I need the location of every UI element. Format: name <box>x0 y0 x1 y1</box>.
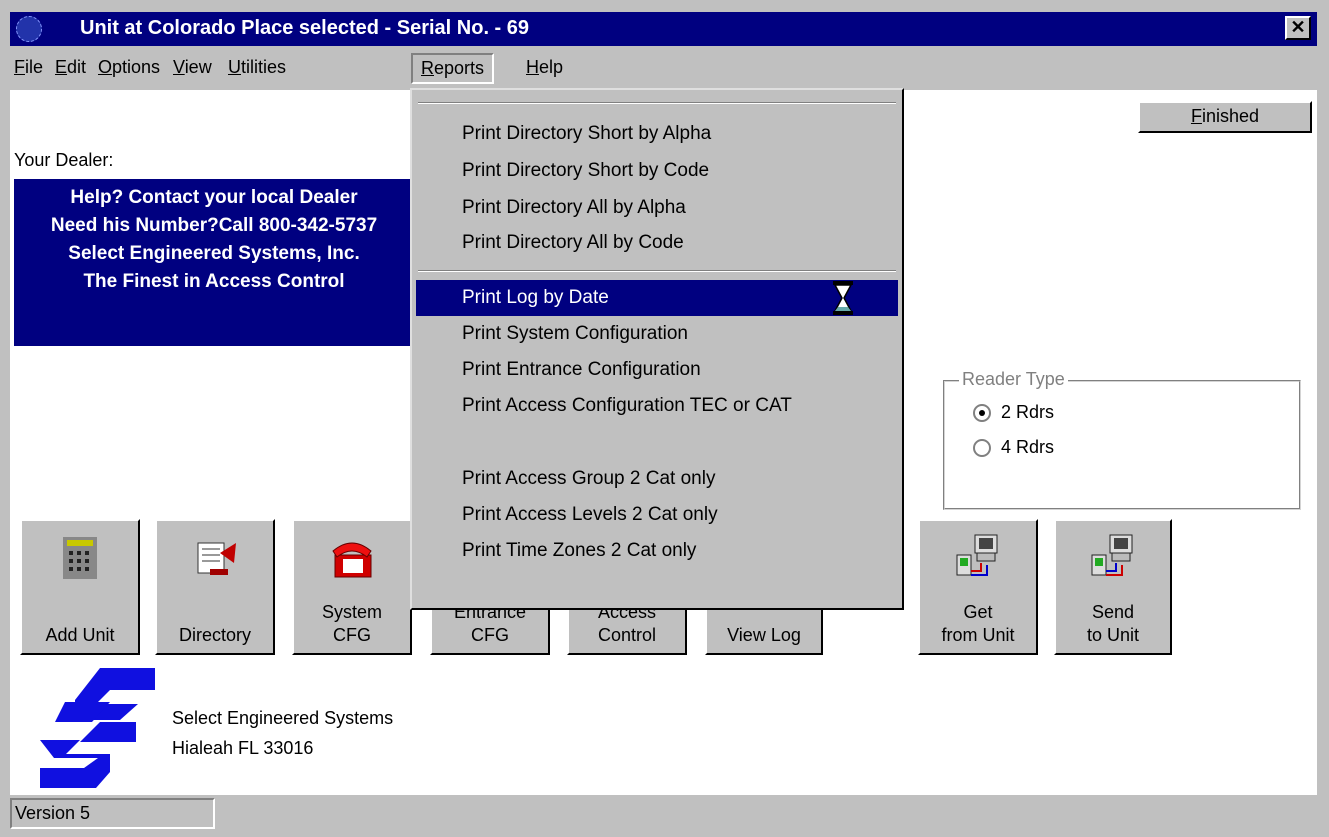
finished-button[interactable]: Finished <box>1138 101 1312 133</box>
directory-label: Directory <box>178 625 251 645</box>
menu-item-print-entrance-config[interactable]: Print Entrance Configuration <box>416 352 898 388</box>
title-bar[interactable]: Unit at Colorado Place selected - Serial… <box>10 12 1317 46</box>
send-to-unit-button[interactable]: Send to Unit <box>1054 519 1172 655</box>
menu-item-print-access-group[interactable]: Print Access Group 2 Cat only <box>416 461 898 497</box>
menu-item-print-directory-short-alpha[interactable]: Print Directory Short by Alpha <box>416 116 898 152</box>
directory-icon <box>197 542 236 575</box>
menu-item-print-system-config[interactable]: Print System Configuration <box>416 316 898 352</box>
reports-dropdown-menu: Print Directory Short by Alpha Print Dir… <box>410 88 904 610</box>
get-from-unit-button[interactable]: Get from Unit <box>918 519 1038 655</box>
view-log-label: View Log <box>727 625 801 645</box>
menu-utilities[interactable]: Utilities <box>228 57 286 78</box>
send-to-unit-label: Send to Unit <box>1086 602 1140 645</box>
radio-unselected-icon[interactable] <box>973 439 991 458</box>
menu-file[interactable]: File <box>14 57 43 78</box>
menu-reports[interactable]: Reports <box>411 53 495 84</box>
ses-logo <box>40 668 155 788</box>
computer-upload-icon <box>1091 534 1133 576</box>
menu-options[interactable]: Options <box>98 57 160 78</box>
reader-type-group: Reader Type 2 Rdrs 4 Rdrs <box>943 369 1301 510</box>
dealer-line: Select Engineered Systems, Inc. <box>68 243 360 264</box>
hourglass-icon <box>833 281 853 315</box>
menu-bar: File Edit Options View Utilities Reports… <box>10 49 1317 87</box>
get-from-unit-label: Get from Unit <box>941 602 1015 645</box>
dealer-label: Your Dealer: <box>14 150 114 170</box>
dealer-line: Need his Number?Call 800-342-5737 <box>50 215 378 236</box>
status-bar-version: Version 5 <box>10 798 215 829</box>
phone-icon <box>332 542 372 578</box>
add-unit-button[interactable]: Add Unit <box>20 519 140 655</box>
computer-download-icon <box>956 534 998 576</box>
company-name: Select Engineered Systems <box>172 708 394 728</box>
menu-help[interactable]: Help <box>526 57 563 78</box>
dealer-info-box: Help? Contact your local Dealer Need his… <box>14 179 414 346</box>
menu-item-print-directory-all-code[interactable]: Print Directory All by Code <box>416 225 898 261</box>
menu-item-print-time-zones[interactable]: Print Time Zones 2 Cat only <box>416 533 898 569</box>
menu-item-print-log-by-date[interactable]: Print Log by Date <box>416 280 898 316</box>
close-button[interactable]: ✕ <box>1285 16 1311 40</box>
company-address: Hialeah FL 33016 <box>172 738 314 758</box>
menu-separator <box>418 102 896 104</box>
dealer-line: The Finest in Access Control <box>83 271 345 292</box>
menu-edit[interactable]: Edit <box>55 57 86 78</box>
company-info: Select Engineered Systems Hialeah FL 330… <box>172 703 393 763</box>
radio-4-rdrs[interactable]: 4 Rdrs <box>973 437 1054 458</box>
main-window: Unit at Colorado Place selected - Serial… <box>0 0 1329 837</box>
dealer-line: Help? Contact your local Dealer <box>70 187 358 208</box>
menu-item-print-directory-short-code[interactable]: Print Directory Short by Code <box>416 153 898 189</box>
menu-separator <box>418 270 896 272</box>
reader-type-legend: Reader Type <box>959 369 1068 390</box>
menu-view[interactable]: View <box>173 57 212 78</box>
window-title: Unit at Colorado Place selected - Serial… <box>80 17 530 39</box>
menu-item-print-access-config[interactable]: Print Access Configuration TEC or CAT <box>416 388 898 424</box>
menu-item-print-directory-all-alpha[interactable]: Print Directory All by Alpha <box>416 190 898 226</box>
app-icon[interactable] <box>16 16 42 42</box>
close-icon: ✕ <box>1290 17 1306 37</box>
add-unit-label: Add Unit <box>45 625 115 645</box>
menu-item-print-access-levels[interactable]: Print Access Levels 2 Cat only <box>416 497 898 533</box>
radio-selected-icon[interactable] <box>973 404 991 423</box>
directory-button[interactable]: Directory <box>155 519 275 655</box>
keypad-icon <box>63 537 97 579</box>
system-cfg-button[interactable]: System CFG <box>292 519 412 655</box>
system-cfg-label: System CFG <box>321 602 382 645</box>
radio-2-rdrs[interactable]: 2 Rdrs <box>973 402 1054 423</box>
